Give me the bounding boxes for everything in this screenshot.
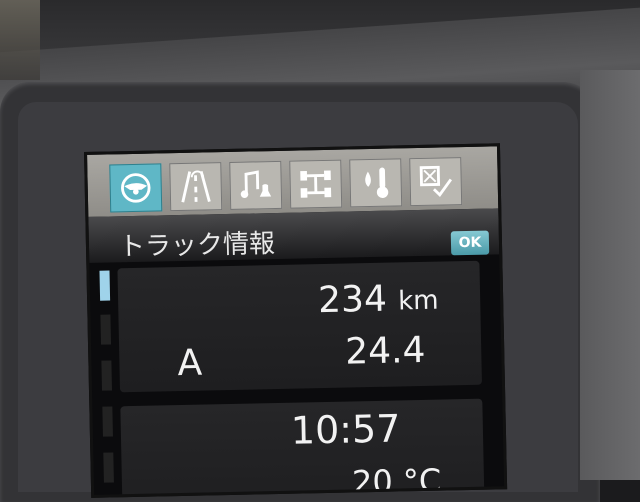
- tab-audio[interactable]: [229, 160, 283, 210]
- truck-axle-icon: [300, 170, 332, 198]
- trip-panel: 234 km A 24.4: [117, 260, 482, 393]
- scroll-indicator: [103, 452, 114, 483]
- tab-axle[interactable]: [289, 159, 343, 209]
- distance-unit: km: [397, 285, 439, 317]
- scroll-indicator: [101, 360, 113, 391]
- fuel-economy-value: 24.4: [344, 329, 426, 373]
- scroll-indicator: [100, 314, 112, 345]
- right-trim: [580, 70, 640, 480]
- road-lane-icon: [181, 170, 211, 203]
- clock-time: 10:57: [290, 406, 401, 453]
- music-bell-icon: [240, 170, 272, 198]
- clock-panel: 10:57 20 °C: [120, 398, 485, 498]
- distance-value: 234: [317, 278, 388, 322]
- tab-settings[interactable]: [409, 157, 463, 207]
- icon-tab-bar: [87, 146, 499, 217]
- settings-check-icon: [419, 165, 453, 198]
- tab-lane[interactable]: [169, 162, 223, 212]
- tab-temperature[interactable]: [349, 158, 403, 208]
- lcd-screen: トラック情報 OK 234 km A 24.4 10:57 20 °C: [84, 143, 508, 498]
- tab-steering[interactable]: [109, 163, 163, 213]
- page-title: トラック情報: [118, 229, 276, 263]
- steering-wheel-icon: [121, 173, 151, 203]
- scroll-indicator-active: [99, 270, 111, 301]
- trip-label: A: [177, 342, 203, 385]
- oil-temperature-icon: [365, 167, 389, 198]
- left-trim: [0, 0, 40, 80]
- ok-button[interactable]: OK: [450, 230, 490, 256]
- scroll-indicator: [102, 406, 113, 437]
